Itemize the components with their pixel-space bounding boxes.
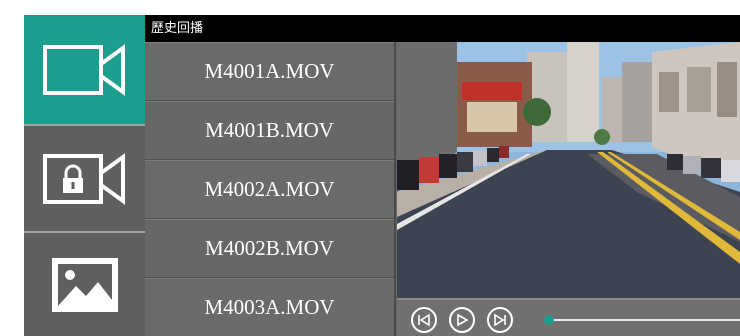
file-item[interactable]: M4001A.MOV bbox=[145, 42, 394, 101]
locked-video-mode-button[interactable] bbox=[24, 124, 145, 231]
file-name: M4003A.MOV bbox=[204, 295, 335, 319]
image-icon bbox=[51, 257, 118, 312]
file-name: M4001A.MOV bbox=[204, 59, 335, 83]
video-mode-button[interactable] bbox=[24, 15, 145, 124]
photo-mode-button[interactable] bbox=[24, 231, 145, 336]
file-name: M4001B.MOV bbox=[205, 118, 334, 142]
previous-button[interactable] bbox=[411, 307, 437, 333]
video-camera-icon bbox=[42, 43, 125, 96]
file-item[interactable]: M4003A.MOV bbox=[145, 278, 394, 336]
page-title: 歷史回播 bbox=[145, 15, 740, 42]
play-icon bbox=[457, 313, 469, 327]
next-button[interactable] bbox=[487, 307, 513, 333]
locked-video-icon bbox=[42, 152, 125, 205]
playback-screen: 歷史回播 M4001A.MOV M4001B.MOV M4002A.MOV M4… bbox=[24, 15, 740, 336]
next-icon bbox=[494, 313, 506, 327]
video-preview[interactable] bbox=[397, 42, 740, 298]
file-list: M4001A.MOV M4001B.MOV M4002A.MOV M4002B.… bbox=[145, 42, 396, 336]
play-button[interactable] bbox=[449, 307, 475, 333]
file-item[interactable]: M4002B.MOV bbox=[145, 219, 394, 278]
seek-bar[interactable] bbox=[547, 319, 740, 321]
seek-handle[interactable] bbox=[544, 315, 554, 325]
playback-controls bbox=[397, 298, 740, 336]
file-item[interactable]: M4001B.MOV bbox=[145, 101, 394, 160]
previous-icon bbox=[418, 313, 430, 327]
mode-sidebar bbox=[24, 15, 145, 336]
street-scene-image bbox=[397, 42, 740, 298]
file-name: M4002B.MOV bbox=[205, 236, 334, 260]
file-item[interactable]: M4002A.MOV bbox=[145, 160, 394, 219]
file-name: M4002A.MOV bbox=[204, 177, 335, 201]
